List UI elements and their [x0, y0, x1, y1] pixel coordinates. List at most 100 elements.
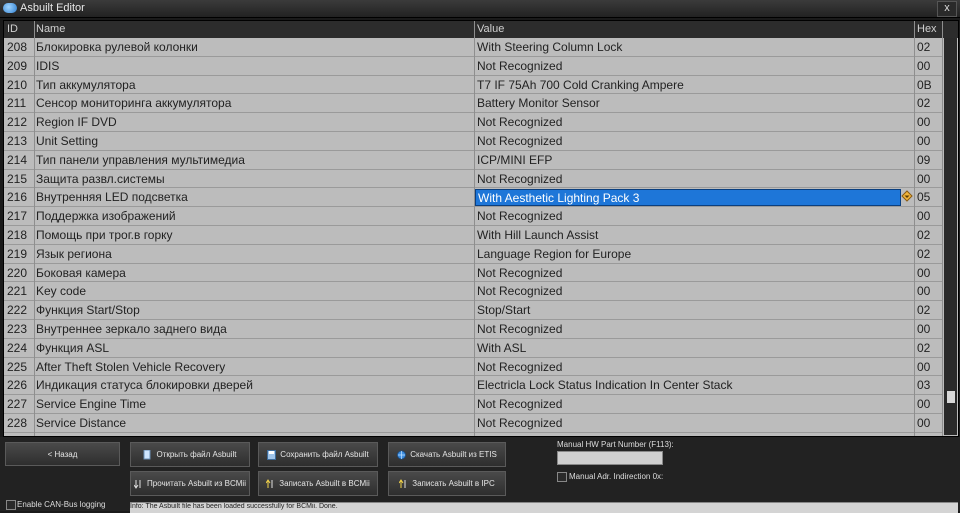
table-row[interactable]: 220 Боковая камера Not Recognized 00	[4, 264, 942, 283]
cell-value[interactable]: Language Region for Europe	[477, 247, 897, 261]
cell-value[interactable]: Electricla Lock Status Indication In Cen…	[477, 378, 897, 392]
cell-hex: 09	[917, 152, 931, 167]
cell-hex: 02	[917, 96, 931, 111]
cell-hex: 03	[917, 378, 931, 393]
back-button[interactable]: < Назад	[5, 442, 120, 466]
cell-hex: 02	[917, 340, 931, 355]
cell-name: Region IF DVD	[36, 115, 117, 130]
table-row[interactable]: 211 Сенсор мониторинга аккумулятора Batter…	[4, 94, 942, 114]
cell-id: 218	[7, 227, 28, 242]
cell-hex: 00	[917, 321, 931, 336]
cell-name: Функция ASL	[36, 340, 110, 355]
cell-value[interactable]: Not Recognized	[477, 266, 897, 280]
cell-value[interactable]: Battery Monitor Sensor	[477, 96, 897, 110]
table-row[interactable]: 225 After Theft Stolen Vehicle Recovery No…	[4, 358, 942, 377]
cell-value[interactable]: Not Recognized	[477, 416, 897, 430]
cell-value[interactable]: With ASL	[477, 341, 897, 355]
table-row[interactable]: 224 Функция ASL With ASL 02	[4, 339, 942, 358]
cell-id: 228	[7, 415, 28, 430]
cell-value[interactable]: Not Recognized	[477, 360, 897, 374]
cell-value[interactable]: Not Recognized	[477, 209, 897, 223]
back-button-label: < Назад	[47, 449, 78, 459]
table-row[interactable]: 216 Внутренняя LED подсветка With Aestheti…	[4, 188, 942, 208]
value-dropdown[interactable]: With Aesthetic Lighting Pack 3	[475, 189, 901, 207]
cell-hex: 02	[917, 227, 931, 242]
cell-value[interactable]: ICP/MINI EFP	[477, 153, 897, 167]
cell-value[interactable]: T7 IF 75Ah 700 Cold Cranking Ampere	[477, 78, 897, 92]
cell-id: 219	[7, 246, 28, 261]
can-logging-checkbox[interactable]	[6, 500, 16, 510]
cell-value[interactable]: Not Recognized	[477, 172, 897, 186]
table-row[interactable]: 214 Тип панели управления мультимедиа ICP/…	[4, 151, 942, 170]
cell-id: 209	[7, 58, 28, 73]
cell-name: Key code	[36, 284, 87, 299]
file-icon	[143, 449, 151, 459]
download-etis-button[interactable]: Скачать Asbuilt из ETIS	[388, 442, 506, 467]
write-ipc-button[interactable]: Записать Asbuilt в IPC	[388, 471, 506, 496]
cell-value[interactable]: With Steering Column Lock	[477, 40, 897, 54]
cell-id: 220	[7, 265, 28, 280]
cell-name: After Theft Stolen Vehicle Recovery	[36, 359, 226, 374]
cell-hex: 00	[917, 359, 931, 374]
table-row[interactable]: 210 Тип аккумулятора T7 IF 75Ah 700 Cold C…	[4, 76, 942, 95]
save-file-button[interactable]: Сохранить файл Asbuilt	[258, 442, 378, 467]
table-row[interactable]: 219 Язык региона Language Region for Europ…	[4, 245, 942, 264]
cell-value[interactable]: Stop/Start	[477, 303, 897, 317]
asbuilt-grid[interactable]: ID Name Value Hex 208 Блокировка рулевой …	[3, 20, 959, 437]
cell-name: Блокировка рулевой колонки	[36, 40, 198, 54]
table-row[interactable]: 215 Защита развл.системы Not Recognized 00	[4, 170, 942, 189]
read-bcm-button[interactable]: Прочитать Asbuilt из BCMii	[130, 471, 250, 496]
table-row[interactable]: 223 Внутреннее зеркало заднего вида Not Re…	[4, 320, 942, 339]
cell-name: Unit Setting	[36, 133, 99, 148]
table-row[interactable]: 221 Key code Not Recognized 00	[4, 282, 942, 302]
table-row[interactable]: 227 Service Engine Time Not Recognized 00	[4, 395, 942, 414]
table-row[interactable]: 222 Функция Start/Stop Stop/Start 02	[4, 301, 942, 320]
hw-part-number-input[interactable]	[557, 451, 663, 465]
cell-name: Язык региона	[36, 246, 112, 261]
column-header-value[interactable]: Value	[477, 23, 897, 35]
write-bcm-button[interactable]: Записать Asbuilt в BCMii	[258, 471, 378, 496]
cell-hex: 02	[917, 40, 931, 54]
cell-name: IDIS	[36, 58, 60, 73]
scrollbar-thumb[interactable]	[947, 391, 955, 403]
cell-id: 212	[7, 115, 28, 130]
cell-value: With Aesthetic Lighting Pack 3	[478, 191, 640, 206]
table-row[interactable]: 209 IDIS Not Recognized 00	[4, 57, 942, 76]
table-row[interactable]: 217 Поддержка изображений Not Recognized 00	[4, 207, 942, 226]
cell-id: 210	[7, 77, 28, 92]
table-row[interactable]: 226 Индикация статуса блокировки дверей El…	[4, 376, 942, 396]
dropdown-diamond-icon[interactable]	[901, 190, 913, 203]
cell-value[interactable]: With Hill Launch Assist	[477, 228, 897, 242]
table-row[interactable]: 228 Service Distance Not Recognized 00	[4, 414, 942, 433]
column-divider	[34, 21, 35, 436]
manual-adr-checkbox[interactable]	[557, 472, 567, 482]
cell-id: 227	[7, 397, 28, 412]
vertical-scrollbar[interactable]	[944, 38, 957, 435]
cell-hex: 00	[917, 58, 931, 73]
table-row[interactable]: 208 Блокировка рулевой колонки With Steeri…	[4, 38, 942, 57]
cell-value[interactable]: Not Recognized	[477, 284, 897, 298]
table-row[interactable]: 218 Помощь при трог.в горку With Hill Laun…	[4, 226, 942, 245]
save-file-label: Сохранить файл Asbuilt	[280, 450, 369, 459]
grid-header: ID Name Value Hex	[4, 21, 958, 38]
table-row[interactable]: 213 Unit Setting Not Recognized 00	[4, 132, 942, 151]
open-file-button[interactable]: Открыть файл Asbuilt	[130, 442, 250, 467]
cell-value[interactable]: Not Recognized	[477, 134, 897, 148]
table-row[interactable]: 212 Region IF DVD Not Recognized 00	[4, 113, 942, 132]
cell-name: Боковая камера	[36, 265, 126, 280]
save-icon	[267, 449, 277, 460]
cell-name: Внутреннее зеркало заднего вида	[36, 321, 227, 336]
cell-id: 224	[7, 340, 28, 355]
write-ipc-label: Записать Asbuilt в IPC	[412, 479, 495, 488]
cell-name: Функция Start/Stop	[36, 303, 140, 318]
column-header-hex[interactable]: Hex	[917, 23, 941, 35]
cell-value[interactable]: Not Recognized	[477, 115, 897, 129]
column-header-name[interactable]: Name	[36, 23, 472, 35]
column-header-id[interactable]: ID	[7, 23, 33, 35]
cell-value[interactable]: Not Recognized	[477, 397, 897, 411]
cell-value[interactable]: Not Recognized	[477, 59, 897, 73]
cell-value[interactable]: Not Recognized	[477, 322, 897, 336]
close-button[interactable]: x	[937, 1, 957, 17]
cell-id: 226	[7, 378, 28, 393]
cell-id: 221	[7, 284, 28, 299]
